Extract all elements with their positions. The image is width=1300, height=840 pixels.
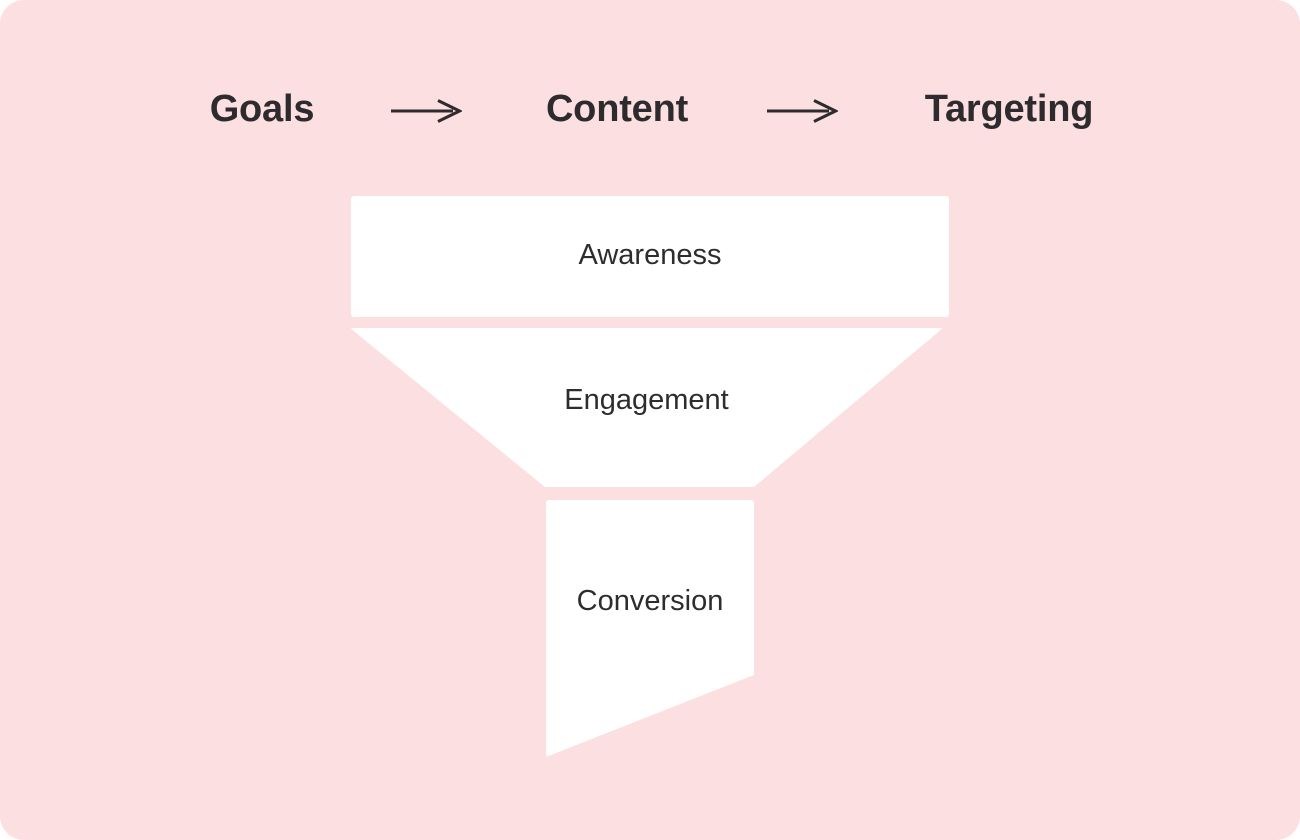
funnel-chart: Awareness Engagement Conversion (0, 0, 1300, 840)
funnel-stage-conversion[interactable]: Conversion (546, 500, 754, 757)
funnel-diagram-canvas: Goals Content Targeting Awareness Engage… (0, 0, 1300, 840)
funnel-stage-awareness[interactable]: Awareness (351, 196, 949, 317)
funnel-stage-label: Awareness (578, 239, 722, 271)
funnel-stage-label: Engagement (564, 384, 729, 416)
funnel-stage-label: Conversion (576, 585, 724, 617)
funnel-stage-engagement[interactable]: Engagement (350, 328, 943, 487)
